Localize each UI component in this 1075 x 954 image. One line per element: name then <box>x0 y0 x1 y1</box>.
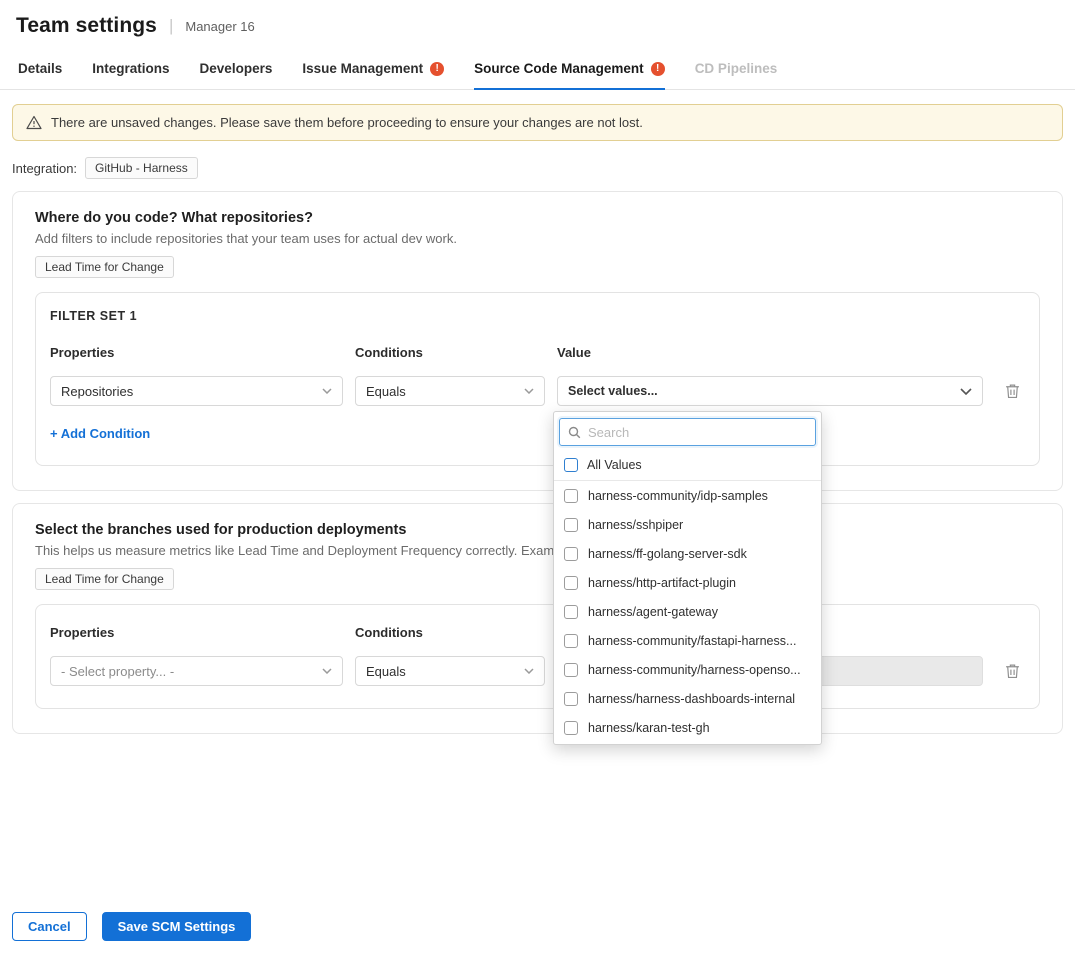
tab-details[interactable]: Details <box>18 48 62 89</box>
add-condition-button[interactable]: + Add Condition <box>50 426 150 441</box>
integration-label: Integration: <box>12 161 77 176</box>
search-icon <box>568 426 581 439</box>
list-item[interactable]: harness/karan-test-gh <box>554 713 821 742</box>
checkbox[interactable] <box>564 634 578 648</box>
property-select-value: Repositories <box>61 384 133 399</box>
all-values-option[interactable]: All Values <box>554 451 821 481</box>
settings-tabs: Details Integrations Developers Issue Ma… <box>0 48 1075 90</box>
filter-set-1: FILTER SET 1 Properties Conditions Value… <box>35 292 1040 466</box>
condition-select-value: Equals <box>366 384 406 399</box>
branch-condition-select[interactable]: Equals <box>355 656 545 686</box>
chevron-down-icon <box>524 388 534 394</box>
option-label: harness/harness-dashboards-internal <box>588 692 795 706</box>
delete-condition-button[interactable] <box>1005 383 1020 399</box>
checkbox[interactable] <box>564 576 578 590</box>
tab-label: Developers <box>200 61 273 76</box>
properties-column-header: Properties <box>50 345 343 360</box>
checkbox[interactable] <box>564 721 578 735</box>
checkbox[interactable] <box>564 547 578 561</box>
conditions-column-header: Conditions <box>355 345 545 360</box>
condition-select[interactable]: Equals <box>355 376 545 406</box>
checkbox[interactable] <box>564 692 578 706</box>
cancel-button[interactable]: Cancel <box>12 912 87 941</box>
delete-condition-button[interactable] <box>1005 663 1020 679</box>
tab-source-code-management[interactable]: Source Code Management ! <box>474 48 665 89</box>
option-label: harness/sshpiper <box>588 518 683 532</box>
option-label: harness-community/idp-samples <box>588 489 768 503</box>
list-item[interactable]: harness/ff-golang-server-sdk <box>554 539 821 568</box>
conditions-column-header: Conditions <box>355 625 545 640</box>
integration-chip: GitHub - Harness <box>85 157 198 179</box>
checkbox[interactable] <box>564 489 578 503</box>
chevron-down-icon <box>322 388 332 394</box>
dropdown-search-box <box>559 418 816 446</box>
tab-label: Details <box>18 61 62 76</box>
list-item[interactable]: harness-community/idp-samples <box>554 481 821 510</box>
page-title: Team settings <box>16 14 157 38</box>
tab-label: Source Code Management <box>474 61 644 76</box>
branches-card-title: Select the branches used for production … <box>35 522 1040 538</box>
option-label: harness/http-artifact-plugin <box>588 576 736 590</box>
checkbox[interactable] <box>564 518 578 532</box>
option-label: harness-community/harness-openso... <box>588 663 801 677</box>
list-item[interactable]: harness/agent-gateway <box>554 597 821 626</box>
checkbox[interactable] <box>564 605 578 619</box>
option-label: harness/ff-golang-server-sdk <box>588 547 747 561</box>
warning-badge-icon: ! <box>430 62 444 76</box>
list-item[interactable]: harness/http-artifact-plugin <box>554 568 821 597</box>
warning-badge-icon: ! <box>651 62 665 76</box>
tab-integrations[interactable]: Integrations <box>92 48 169 89</box>
branch-filter-box: Properties Conditions - Select property.… <box>35 604 1040 709</box>
page-header: Team settings | Manager 16 <box>0 0 1075 48</box>
tab-developers[interactable]: Developers <box>200 48 273 89</box>
tab-issue-management[interactable]: Issue Management ! <box>302 48 444 89</box>
branch-property-select[interactable]: - Select property... - <box>50 656 343 686</box>
properties-column-header: Properties <box>50 625 343 640</box>
list-item[interactable]: harness/harness-dashboards-internal <box>554 684 821 713</box>
tab-label: CD Pipelines <box>695 61 778 76</box>
all-values-checkbox[interactable] <box>564 458 578 472</box>
values-multiselect-placeholder: Select values... <box>568 384 658 398</box>
team-name-label: Manager 16 <box>185 19 254 34</box>
lead-time-tag: Lead Time for Change <box>35 568 174 590</box>
checkbox[interactable] <box>564 663 578 677</box>
branch-property-placeholder: - Select property... - <box>61 664 174 679</box>
option-label: harness/agent-gateway <box>588 605 718 619</box>
trash-icon <box>1005 383 1020 399</box>
save-scm-settings-button[interactable]: Save SCM Settings <box>102 912 252 941</box>
tab-cd-pipelines: CD Pipelines <box>695 48 778 89</box>
chevron-down-icon <box>960 388 972 395</box>
list-item-partial[interactable]: harness/… <box>554 742 821 745</box>
values-dropdown-panel: All Values harness-community/idp-samples… <box>553 411 822 745</box>
list-item[interactable]: harness/sshpiper <box>554 510 821 539</box>
footer-actions: Cancel Save SCM Settings <box>12 912 251 941</box>
repositories-card: Where do you code? What repositories? Ad… <box>12 191 1063 491</box>
list-item[interactable]: harness-community/fastapi-harness... <box>554 626 821 655</box>
list-item[interactable]: harness-community/harness-openso... <box>554 655 821 684</box>
repositories-card-title: Where do you code? What repositories? <box>35 210 1040 226</box>
title-divider: | <box>169 16 173 36</box>
banner-text: There are unsaved changes. Please save t… <box>51 115 643 130</box>
chevron-down-icon <box>524 668 534 674</box>
branches-card-subtitle: This helps us measure metrics like Lead … <box>35 543 1040 558</box>
values-multiselect[interactable]: Select values... <box>557 376 983 406</box>
property-select[interactable]: Repositories <box>50 376 343 406</box>
integration-row: Integration: GitHub - Harness <box>12 157 1063 179</box>
repositories-card-subtitle: Add filters to include repositories that… <box>35 231 1040 246</box>
all-values-label: All Values <box>587 458 642 472</box>
lead-time-tag: Lead Time for Change <box>35 256 174 278</box>
value-column-header: Value <box>557 345 983 360</box>
tab-label: Issue Management <box>302 61 423 76</box>
trash-icon <box>1005 663 1020 679</box>
tab-label: Integrations <box>92 61 169 76</box>
search-input[interactable] <box>588 425 807 440</box>
unsaved-changes-banner: There are unsaved changes. Please save t… <box>12 104 1063 141</box>
filter-set-title: FILTER SET 1 <box>50 309 1025 323</box>
warning-triangle-icon <box>26 115 42 130</box>
branch-condition-value: Equals <box>366 664 406 679</box>
chevron-down-icon <box>322 668 332 674</box>
option-label: harness-community/fastapi-harness... <box>588 634 796 648</box>
option-label: harness/karan-test-gh <box>588 721 710 735</box>
branches-card: Select the branches used for production … <box>12 503 1063 734</box>
